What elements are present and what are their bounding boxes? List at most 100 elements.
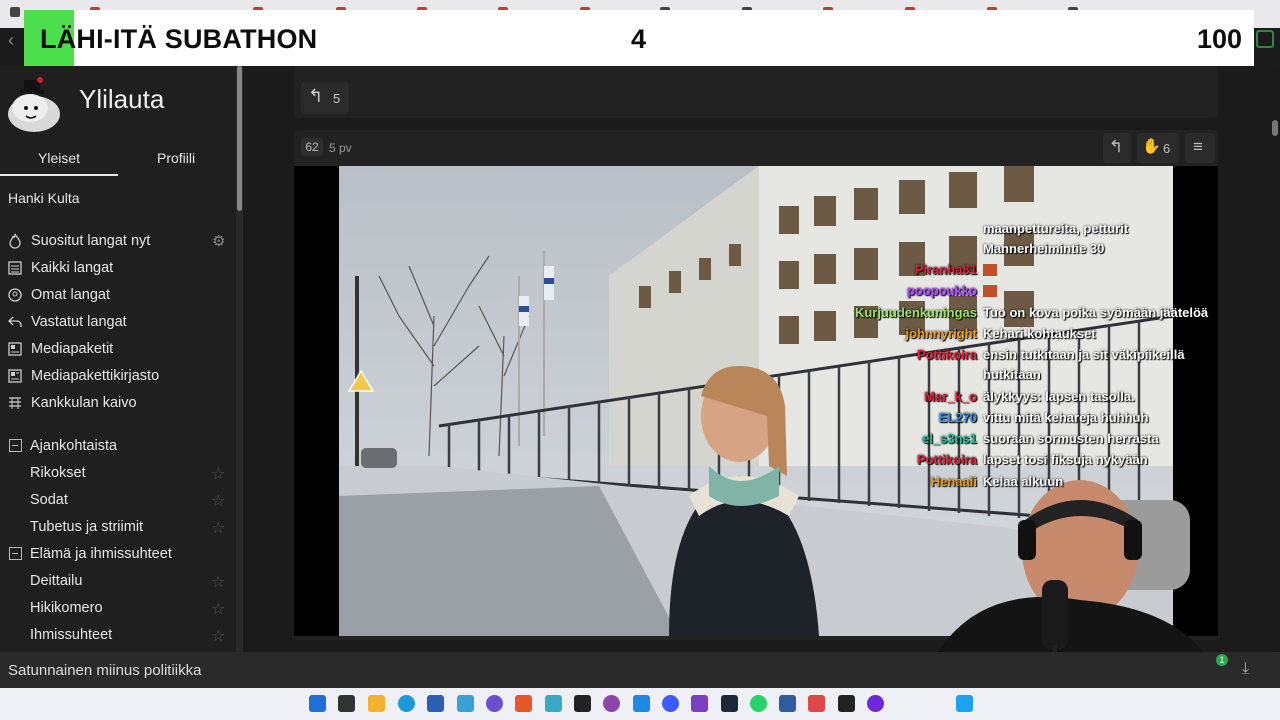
board-rikokset[interactable]: Rikokset ☆ bbox=[0, 462, 236, 486]
board-tubetus[interactable]: Tubetus ja striimit ☆ bbox=[0, 516, 236, 540]
chat-message: ensin tutkitaan ja sit väkipiikeillä bbox=[983, 347, 1185, 362]
banner-goal: 100 bbox=[1196, 24, 1242, 54]
chat-message: maanpettureita, petturit bbox=[983, 221, 1129, 236]
like-count: 6 bbox=[1163, 141, 1171, 156]
tab-profiili[interactable]: Profiili bbox=[157, 150, 195, 166]
vscode-icon[interactable] bbox=[633, 695, 650, 712]
nav-item-vastatut[interactable]: Vastatut langat bbox=[0, 311, 236, 335]
browser-back-icon[interactable]: ‹ bbox=[8, 30, 14, 51]
browser-sidebar-icon[interactable] bbox=[1256, 30, 1274, 48]
download-icon[interactable]: ⤓ bbox=[1242, 660, 1249, 678]
app-icon[interactable] bbox=[838, 695, 855, 712]
app-icon[interactable] bbox=[867, 695, 884, 712]
file-explorer-icon[interactable] bbox=[368, 695, 385, 712]
nav-item-suositut[interactable]: Suositut langat nyt ⚙ bbox=[0, 230, 236, 254]
nav-item-kaikki[interactable]: Kaikki langat bbox=[0, 257, 236, 281]
chat-message: Kehari kohtaukset bbox=[983, 326, 1096, 341]
tab-yleiset[interactable]: Yleiset bbox=[38, 150, 80, 166]
active-tab-indicator bbox=[0, 174, 118, 176]
discord-icon[interactable] bbox=[486, 695, 503, 712]
category-elama[interactable]: Elämä ja ihmissuhteet bbox=[0, 543, 236, 567]
chat-username: Mar_k_o bbox=[924, 389, 977, 404]
board-label: Ihmissuhteet bbox=[30, 627, 113, 643]
board-label: Rikokset bbox=[30, 465, 86, 481]
board-ihmissuhteet[interactable]: Ihmissuhteet ☆ bbox=[0, 624, 236, 648]
post-reply-button[interactable]: ↰ bbox=[1103, 133, 1131, 163]
site-title[interactable]: Ylilauta bbox=[79, 84, 164, 115]
board-label: Hikikomero bbox=[30, 600, 103, 616]
reply-icon bbox=[8, 316, 22, 327]
board-sodat[interactable]: Sodat ☆ bbox=[0, 489, 236, 513]
site-logo-icon[interactable] bbox=[6, 74, 66, 134]
chat-message: Mannerheimintie 30 bbox=[983, 241, 1105, 256]
hanki-kulta-link[interactable]: Hanki Kulta bbox=[8, 190, 80, 206]
edge-icon[interactable] bbox=[398, 695, 415, 712]
chat-message: älykkyys: lapsen tasolla. bbox=[983, 389, 1135, 404]
gear-icon[interactable]: ⚙ bbox=[212, 232, 225, 250]
chat-username: EL270 bbox=[938, 410, 977, 425]
whatsapp-icon[interactable] bbox=[750, 695, 767, 712]
post-number[interactable]: 62 bbox=[301, 138, 323, 156]
nav-item-mediapakettikirjasto[interactable]: Mediapakettikirjasto bbox=[0, 365, 236, 389]
brave-icon[interactable] bbox=[515, 695, 532, 712]
board-label: Sodat bbox=[30, 492, 68, 508]
board-hikikomero[interactable]: Hikikomero ☆ bbox=[0, 597, 236, 621]
like-button[interactable]: ✋ 6 bbox=[1137, 133, 1179, 163]
reply-count: 5 bbox=[333, 91, 341, 106]
board-label: Deittailu bbox=[30, 573, 83, 589]
nav-item-kankkulan-kaivo[interactable]: Kankkulan kaivo bbox=[0, 392, 236, 416]
board-deittailu[interactable]: Deittailu ☆ bbox=[0, 570, 236, 594]
list-icon bbox=[8, 261, 22, 275]
sidebar: Ylilauta Yleiset Profiili Hanki Kulta Su… bbox=[0, 66, 236, 652]
reply-icon: ↰ bbox=[308, 86, 324, 106]
banner-title: LÄHI-ITÄ SUBATHON bbox=[40, 24, 318, 54]
visual-studio-icon[interactable] bbox=[691, 695, 708, 712]
page-scrollbar-thumb[interactable] bbox=[1272, 120, 1278, 136]
nav-item-omat[interactable]: Omat langat bbox=[0, 284, 236, 308]
collapse-icon[interactable] bbox=[9, 439, 22, 452]
notepad-icon[interactable] bbox=[545, 695, 562, 712]
page-scrollbar[interactable] bbox=[1270, 66, 1280, 652]
nav-item-label: Mediapakettikirjasto bbox=[31, 368, 160, 384]
post-menu-button[interactable]: ≡ bbox=[1185, 133, 1215, 163]
emote-icon bbox=[983, 264, 997, 276]
steam-icon[interactable] bbox=[721, 695, 738, 712]
chat-username: Pottikoira bbox=[917, 452, 977, 467]
random-thread-link[interactable]: Satunnainen miinus politiikka bbox=[8, 662, 201, 679]
store-icon[interactable] bbox=[427, 695, 444, 712]
app-icon[interactable] bbox=[956, 695, 973, 712]
app-icon[interactable] bbox=[808, 695, 825, 712]
hand-icon: ✋ bbox=[1142, 138, 1161, 155]
chat-username: Piranha81 bbox=[914, 262, 977, 277]
app-icon[interactable] bbox=[662, 695, 679, 712]
board-label: Tubetus ja striimit bbox=[30, 519, 144, 535]
save-icon[interactable] bbox=[779, 695, 796, 712]
start-icon[interactable] bbox=[309, 695, 326, 712]
emote-icon bbox=[983, 285, 997, 297]
nav-item-label: Suositut langat nyt bbox=[31, 233, 151, 249]
chat-username: johnnyright bbox=[905, 326, 978, 341]
tab-favicon[interactable] bbox=[10, 7, 20, 17]
reply-icon: ↰ bbox=[1109, 137, 1124, 156]
notification-badge[interactable]: 1 bbox=[1216, 654, 1228, 666]
star-icon[interactable]: ☆ bbox=[211, 626, 225, 646]
nav-item-label: Mediapaketit bbox=[31, 341, 114, 357]
star-icon[interactable]: ☆ bbox=[211, 518, 225, 538]
star-icon[interactable]: ☆ bbox=[211, 464, 225, 484]
star-icon[interactable]: ☆ bbox=[211, 491, 225, 511]
collapse-icon[interactable] bbox=[9, 547, 22, 560]
nav-item-mediapaketit[interactable]: Mediapaketit bbox=[0, 338, 236, 362]
category-label: Ajankohtaista bbox=[30, 438, 118, 454]
terminal-icon[interactable] bbox=[574, 695, 591, 712]
app-icon[interactable] bbox=[603, 695, 620, 712]
category-ajankohtaista[interactable]: Ajankohtaista bbox=[0, 435, 236, 459]
star-icon[interactable]: ☆ bbox=[211, 599, 225, 619]
chat-message: hutkitaan bbox=[983, 367, 1041, 382]
snipping-icon[interactable] bbox=[457, 695, 474, 712]
reply-button[interactable]: ↰ 5 bbox=[301, 82, 349, 114]
star-icon[interactable]: ☆ bbox=[211, 572, 225, 592]
nav-item-label: Vastatut langat bbox=[31, 314, 127, 330]
chat-message: lapset tosi fiksuja nykyään bbox=[983, 452, 1148, 467]
sidebar-scrollbar-thumb[interactable] bbox=[237, 66, 242, 211]
task-view-icon[interactable] bbox=[338, 695, 355, 712]
